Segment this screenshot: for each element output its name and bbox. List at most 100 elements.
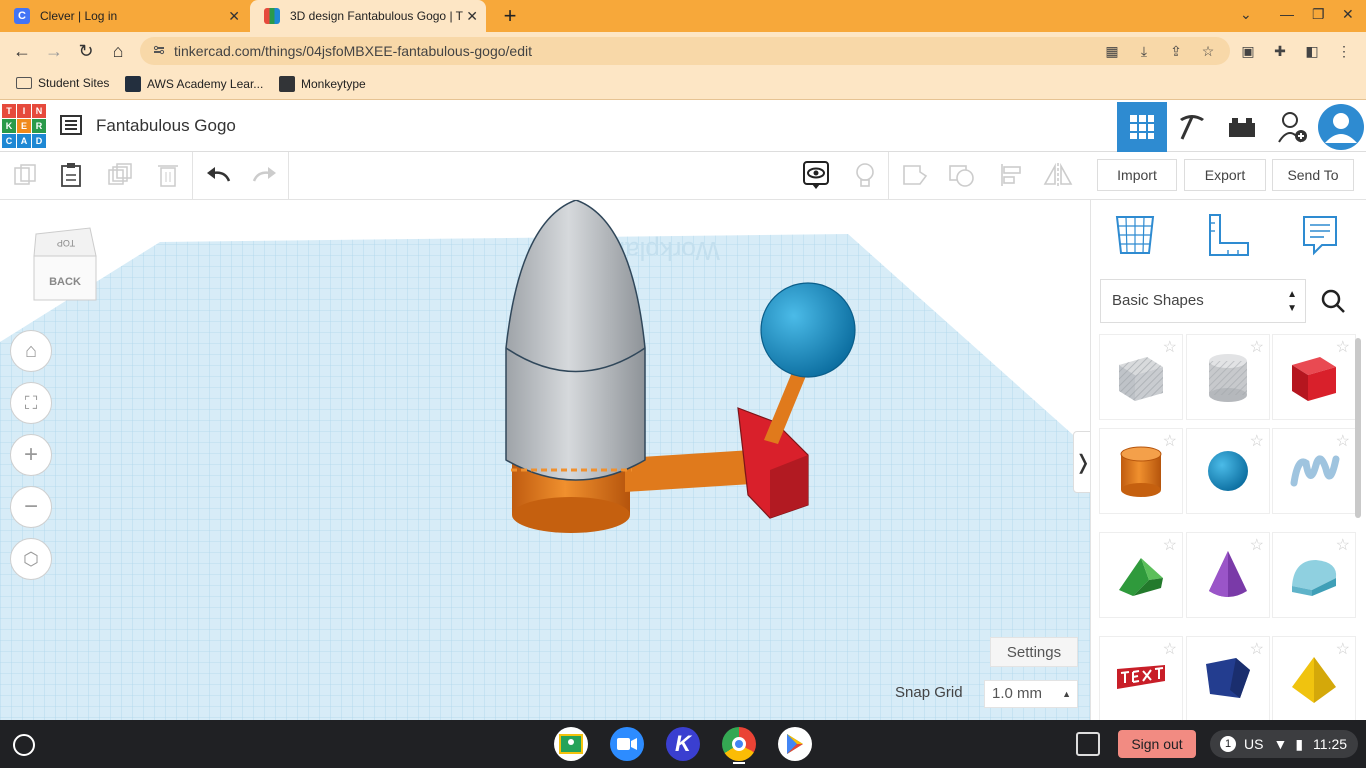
bricks-view-button[interactable] [1217, 102, 1267, 152]
bookmark-student-sites[interactable]: Student Sites [16, 76, 109, 90]
classroom-app-icon[interactable] [554, 727, 588, 761]
workplane-viewport[interactable]: Workplane [0, 200, 1090, 720]
install-icon[interactable]: ⤓ [1136, 43, 1152, 59]
view-cube[interactable]: TOP BACK [30, 226, 100, 306]
export-button[interactable]: Export [1184, 159, 1266, 191]
shape-cylinder-hole[interactable]: ☆ [1186, 334, 1270, 420]
send-to-button[interactable]: Send To [1272, 159, 1354, 191]
address-bar[interactable]: tinkercad.com/things/04jsfoMBXEE-fantabu… [140, 37, 1230, 65]
favorite-star-icon[interactable]: ☆ [1163, 337, 1177, 357]
shape-round-roof[interactable]: ☆ [1272, 532, 1356, 618]
shape-cone[interactable]: ☆ [1186, 532, 1270, 618]
zoom-app-icon[interactable] [610, 727, 644, 761]
delete-icon[interactable] [153, 160, 183, 190]
paste-icon[interactable] [56, 160, 86, 190]
favorite-star-icon[interactable]: ☆ [1250, 431, 1264, 451]
shape-sphere[interactable]: ☆ [1186, 428, 1270, 514]
close-window-icon[interactable]: ✕ [1342, 6, 1354, 23]
back-icon[interactable]: ← [11, 40, 33, 62]
duplicate-icon[interactable] [105, 160, 135, 190]
side-panel-icon[interactable]: ◧ [1304, 43, 1320, 59]
forward-icon[interactable]: → [43, 40, 65, 62]
settings-button[interactable]: Settings [990, 637, 1078, 667]
shape-text[interactable]: ☆ [1099, 636, 1183, 722]
shape-category-select[interactable]: Basic Shapes ▲ ▼ [1100, 279, 1306, 323]
cylinder-icon [1120, 446, 1162, 497]
tinkercad-logo[interactable]: T I N K E R C A D [2, 104, 46, 148]
favorite-star-icon[interactable]: ☆ [1336, 431, 1350, 451]
import-button[interactable]: Import [1097, 159, 1177, 191]
notes-panel-icon[interactable] [1298, 213, 1342, 257]
launcher-icon[interactable] [13, 734, 35, 756]
favorite-star-icon[interactable]: ☆ [1336, 535, 1350, 555]
redo-icon[interactable] [250, 160, 280, 190]
ungroup-icon[interactable] [947, 160, 977, 190]
share-icon[interactable]: ⇪ [1168, 43, 1184, 59]
align-icon[interactable] [996, 160, 1026, 190]
apps-icon[interactable]: ▦ [1104, 43, 1120, 59]
favorite-star-icon[interactable]: ☆ [1250, 639, 1264, 659]
workplane-scene[interactable]: Workplane [0, 200, 1090, 720]
favorite-star-icon[interactable]: ☆ [1336, 337, 1350, 357]
tab-search-icon[interactable]: ⌄ [1240, 6, 1252, 23]
blue-sphere[interactable] [760, 282, 856, 378]
close-icon[interactable]: ✕ [228, 8, 240, 25]
perspective-button[interactable]: ⬡ [10, 538, 52, 580]
favorite-star-icon[interactable]: ☆ [1163, 639, 1177, 659]
site-info-icon[interactable] [152, 44, 166, 58]
panel-scrollbar[interactable] [1355, 338, 1361, 518]
status-tray[interactable]: 1 US ▼ ▮ 11:25 [1210, 730, 1358, 758]
design-list-icon[interactable] [60, 115, 82, 135]
more-menu-icon[interactable]: ⋮ [1336, 43, 1352, 59]
fit-view-button[interactable]: ⛶ [10, 382, 52, 424]
shape-scribble[interactable]: ☆ [1272, 428, 1356, 514]
3d-view-button[interactable] [1117, 102, 1167, 152]
restore-icon[interactable]: ❐ [1312, 6, 1325, 23]
lightbulb-icon[interactable] [850, 160, 880, 190]
favorite-star-icon[interactable]: ☆ [1250, 337, 1264, 357]
bookmark-monkeytype[interactable]: Monkeytype [279, 76, 366, 92]
play-store-app-icon[interactable] [778, 727, 812, 761]
shape-box[interactable]: ☆ [1272, 334, 1356, 420]
copy-icon[interactable] [10, 160, 40, 190]
sign-out-button[interactable]: Sign out [1118, 730, 1196, 758]
add-collaborator-button[interactable] [1267, 102, 1317, 152]
design-title[interactable]: Fantabulous Gogo [96, 116, 236, 136]
zoom-in-button[interactable]: + [10, 434, 52, 476]
undo-icon[interactable] [203, 160, 233, 190]
screenshot-icon[interactable] [1076, 732, 1100, 756]
favorite-star-icon[interactable]: ☆ [1250, 535, 1264, 555]
tab-clever[interactable]: C Clever | Log in ✕ [0, 0, 248, 32]
bookmark-aws[interactable]: AWS Academy Lear... [125, 76, 263, 92]
notes-icon[interactable] [801, 160, 831, 190]
chrome-app-icon[interactable] [722, 727, 756, 761]
shape-pyramid[interactable]: ☆ [1272, 636, 1356, 722]
kahoot-app-icon[interactable]: K [666, 727, 700, 761]
new-tab-icon[interactable]: + [498, 3, 522, 29]
ruler-icon[interactable] [1206, 213, 1250, 257]
reload-icon[interactable]: ↻ [75, 40, 97, 62]
shape-box-hole[interactable]: ☆ [1099, 334, 1183, 420]
shape-roof[interactable]: ☆ [1099, 532, 1183, 618]
mirror-icon[interactable] [1043, 160, 1073, 190]
snap-grid-select[interactable]: 1.0 mm ▲ [984, 680, 1078, 708]
workplane-tool-icon[interactable] [1113, 213, 1157, 257]
home-view-button[interactable]: ⌂ [10, 330, 52, 372]
favorite-star-icon[interactable]: ☆ [1163, 431, 1177, 451]
home-icon[interactable]: ⌂ [107, 40, 129, 62]
minimize-icon[interactable]: — [1280, 6, 1294, 22]
blocks-view-button[interactable] [1167, 102, 1217, 152]
close-icon[interactable]: ✕ [466, 8, 478, 25]
shape-polygon[interactable]: ☆ [1186, 636, 1270, 722]
extension-icon[interactable]: ▣ [1240, 43, 1256, 59]
shape-cylinder[interactable]: ☆ [1099, 428, 1183, 514]
group-icon[interactable] [899, 160, 929, 190]
puzzle-icon[interactable]: ✚ [1272, 43, 1288, 59]
tab-tinkercad[interactable]: 3D design Fantabulous Gogo | T ✕ [250, 0, 486, 32]
favorite-star-icon[interactable]: ☆ [1336, 639, 1350, 659]
favorite-star-icon[interactable]: ☆ [1163, 535, 1177, 555]
account-avatar[interactable] [1316, 102, 1366, 152]
bookmark-star-icon[interactable]: ☆ [1200, 43, 1216, 59]
zoom-out-button[interactable]: − [10, 486, 52, 528]
shape-search-button[interactable] [1310, 279, 1356, 323]
